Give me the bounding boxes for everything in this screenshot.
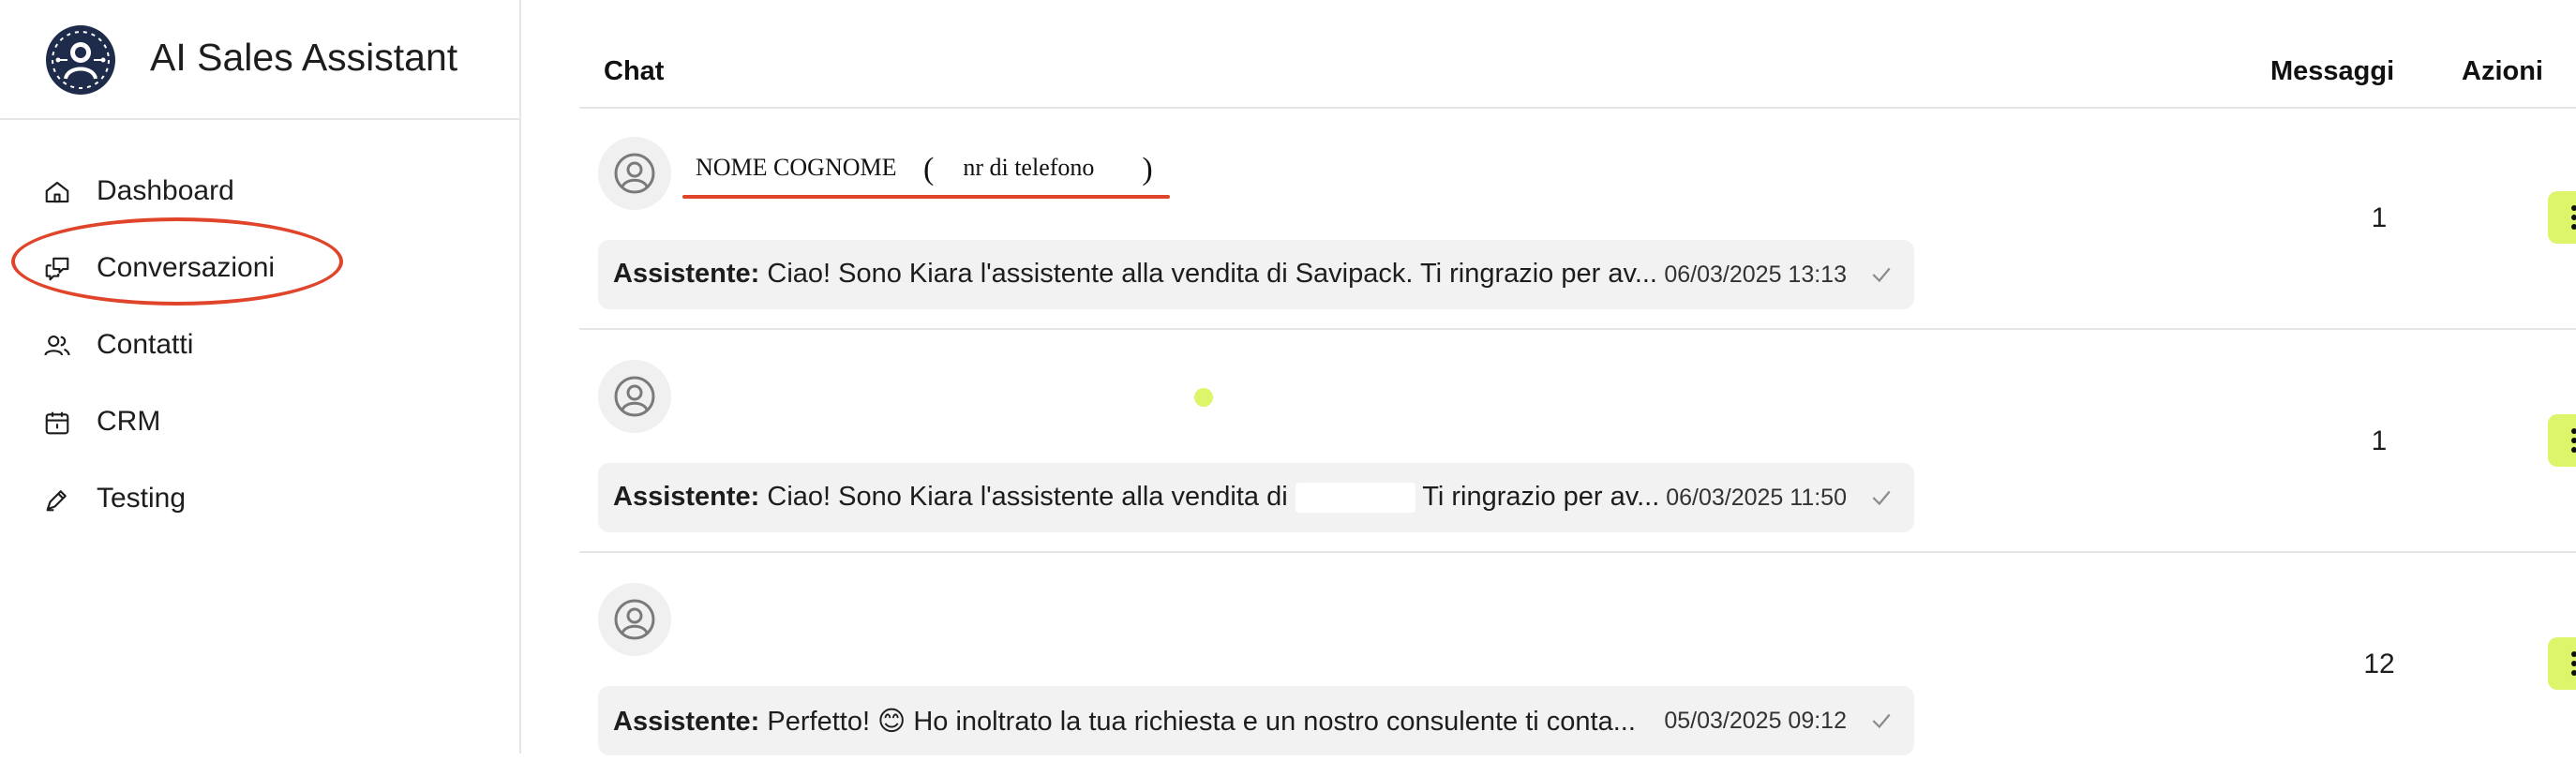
row-actions-button[interactable]	[2548, 637, 2576, 690]
table-row[interactable]: Assistente: Perfetto! 😊 Ho inoltrato la …	[579, 555, 2576, 776]
conversations-table: Chat Messaggi Azioni NOME COGNOME ( nr d…	[521, 0, 2576, 755]
message-timestamp: 06/03/2025 11:50	[1666, 485, 1847, 511]
sidebar-item-label: CRM	[97, 406, 161, 437]
column-header-chat: Chat	[604, 56, 665, 86]
column-header-messages: Messaggi	[2270, 56, 2395, 86]
avatar	[598, 360, 671, 433]
highlight-annotation	[11, 217, 343, 306]
row-actions-button[interactable]	[2548, 191, 2576, 244]
column-header-actions: Azioni	[2462, 56, 2543, 86]
sidebar-item-testing[interactable]: Testing	[0, 465, 519, 532]
sidebar-item-label: Dashboard	[97, 175, 234, 206]
contact-label: NOME COGNOME ( nr di telefono )	[696, 152, 1153, 187]
sidebar: AI Sales Assistant Dashboard Conversazio…	[0, 0, 521, 754]
sender-label: Assistente:	[613, 707, 760, 737]
sender-label: Assistente:	[613, 482, 760, 512]
message-text-tail: Ti ringrazio per av...	[1422, 482, 1660, 512]
message-text: Ciao! Sono Kiara l'assistente alla vendi…	[767, 482, 1295, 512]
more-vertical-icon	[2571, 428, 2576, 434]
home-icon	[43, 178, 71, 206]
checkmark-icon	[1869, 485, 1894, 515]
message-text: Ciao! Sono Kiara l'assistente alla vendi…	[767, 259, 1657, 289]
contact-name: NOME COGNOME	[696, 154, 897, 181]
user-circle-icon	[614, 599, 655, 640]
sidebar-item-label: Testing	[97, 483, 187, 514]
message-text: Perfetto! 😊 Ho inoltrato la tua richiest…	[767, 707, 1636, 737]
table-row[interactable]: Assistente: Ciao! Sono Kiara l'assistent…	[579, 332, 2576, 553]
more-vertical-icon	[2571, 651, 2576, 657]
checkmark-icon	[1869, 709, 1894, 738]
message-timestamp: 06/03/2025 13:13	[1664, 261, 1847, 288]
users-icon	[43, 332, 71, 360]
sidebar-item-crm[interactable]: CRM	[0, 388, 519, 455]
last-message-preview[interactable]: Assistente: Perfetto! 😊 Ho inoltrato la …	[598, 686, 1914, 755]
redacted-text	[1295, 483, 1415, 514]
sidebar-item-dashboard[interactable]: Dashboard	[0, 157, 519, 225]
avatar	[598, 583, 671, 656]
message-count: 1	[2371, 202, 2388, 233]
last-message-preview[interactable]: Assistente: Ciao! Sono Kiara l'assistent…	[598, 240, 1914, 309]
sidebar-item-contatti[interactable]: Contatti	[0, 311, 519, 379]
user-circle-icon	[614, 153, 655, 194]
sidebar-item-label: Contatti	[97, 329, 194, 360]
row-actions-button[interactable]	[2548, 414, 2576, 467]
user-circle-icon	[614, 376, 655, 417]
message-timestamp: 05/03/2025 09:12	[1664, 708, 1847, 734]
sender-label: Assistente:	[613, 259, 760, 289]
brand-header: AI Sales Assistant	[0, 0, 519, 120]
message-count: 1	[2371, 425, 2388, 456]
message-count: 12	[2363, 649, 2395, 679]
table-row[interactable]: NOME COGNOME ( nr di telefono ) Assisten…	[579, 109, 2576, 330]
pen-icon	[43, 485, 71, 514]
contact-phone: nr di telefono	[963, 154, 1095, 181]
mouse-cursor-indicator	[1194, 388, 1213, 407]
last-message-preview[interactable]: Assistente: Ciao! Sono Kiara l'assistent…	[598, 463, 1914, 532]
highlight-underline	[682, 195, 1170, 199]
calendar-icon	[43, 409, 71, 437]
app-logo[interactable]	[45, 24, 116, 96]
more-vertical-icon	[2571, 205, 2576, 211]
avatar	[598, 137, 671, 210]
app-title: AI Sales Assistant	[150, 36, 458, 79]
checkmark-icon	[1869, 262, 1894, 291]
